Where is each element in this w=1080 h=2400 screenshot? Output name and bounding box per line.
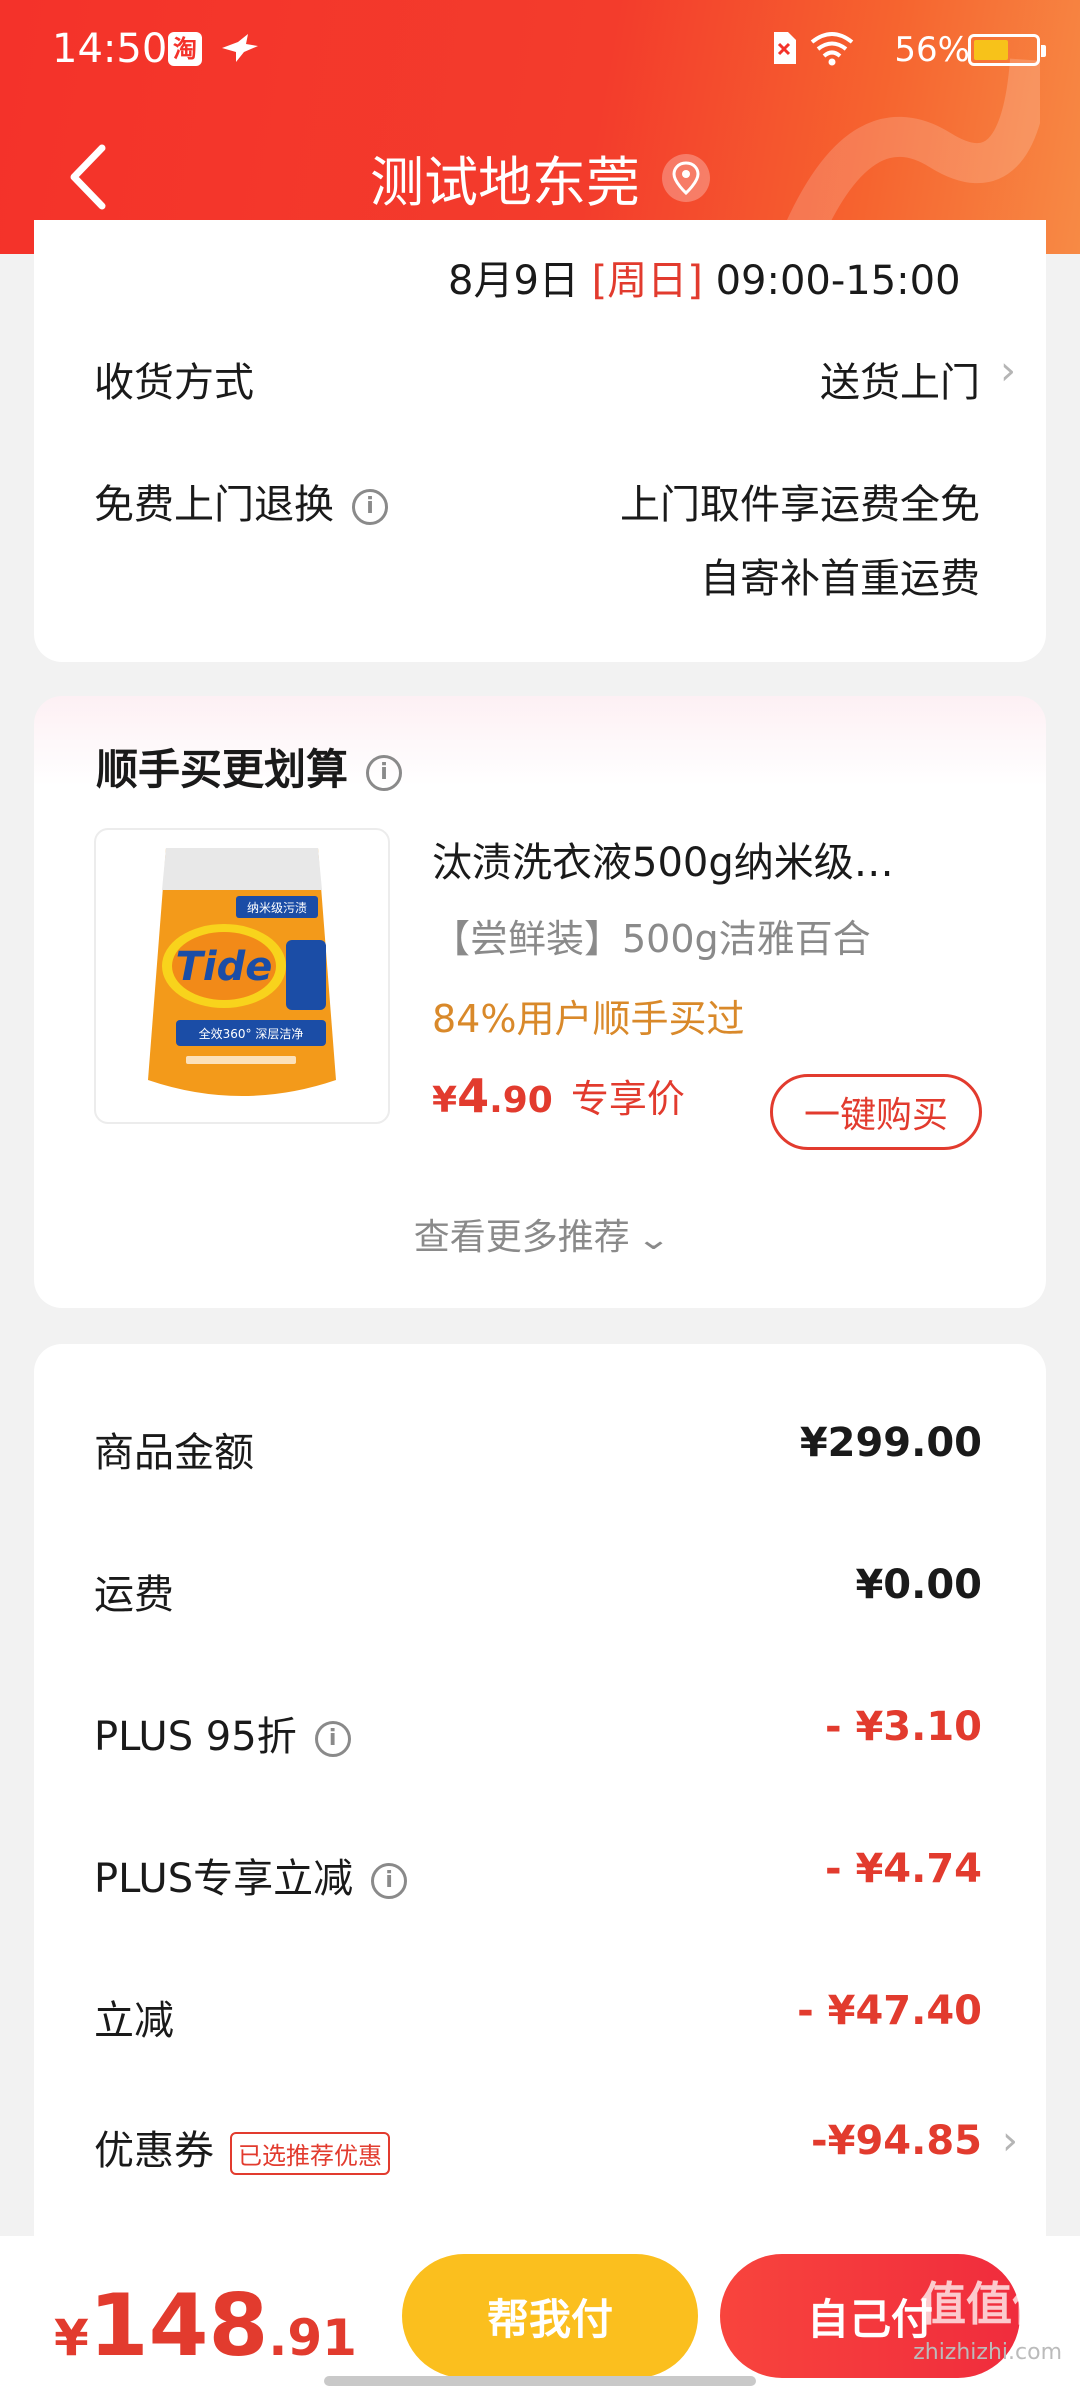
checkout-bar: ¥148.91 帮我付 自己付 — [0, 2236, 1080, 2400]
product-spec: 【尝鲜装】500g洁雅百合 — [432, 917, 871, 961]
price-currency: ¥ — [432, 1080, 458, 1121]
amount-label: 优惠券 已选推荐优惠 — [94, 2118, 390, 2176]
location-pin-icon[interactable] — [662, 153, 710, 202]
status-bar: 14:50 淘 56% — [0, 0, 1080, 100]
page-title: 测试地东莞 — [0, 138, 1080, 217]
product-name[interactable]: 汰渍洗衣液500g纳米级… — [432, 830, 992, 888]
chevron-right-icon[interactable]: › — [1000, 348, 1016, 394]
delivery-method-label: 收货方式 — [94, 360, 254, 406]
amount-row-plus-discount: PLUS 95折 i - ¥3.10 — [34, 1704, 1046, 1764]
recommend-title-text: 顺手买更划算 — [96, 745, 349, 794]
product-price: ¥4.90 专享价 — [432, 1068, 685, 1123]
amount-row-plus-reduce: PLUS专享立减 i - ¥4.74 — [34, 1846, 1046, 1906]
watermark-logo: 值值值 — [920, 2277, 1058, 2331]
amount-label-text: 优惠券 — [94, 2128, 214, 2174]
one-click-buy-button[interactable]: 一键购买 — [770, 1074, 982, 1150]
amount-label: PLUS专享立减 i — [94, 1846, 408, 1904]
bird-app-icon — [222, 34, 258, 62]
pouch-sub-text: 全效360° 深层洁净 — [199, 1026, 304, 1041]
home-indicator[interactable] — [324, 2376, 756, 2386]
delivery-time: 09:00-15:00 — [715, 258, 961, 304]
sim-card-icon — [774, 32, 796, 64]
header-bar: 14:50 淘 56% 测试地东莞 — [0, 0, 1080, 254]
wifi-icon — [810, 32, 854, 66]
price-tag: 专享价 — [570, 1077, 685, 1121]
total-price: ¥148.91 — [54, 2276, 357, 2376]
watermark: zhizhizhi.com — [913, 2340, 1062, 2365]
battery-percent: 56% — [894, 30, 970, 70]
status-time: 14:50 — [52, 26, 168, 72]
delivery-method-value[interactable]: 送货上门 — [820, 350, 980, 408]
amount-label: 运费 — [94, 1572, 174, 1618]
free-return-text: 免费上门退换 — [94, 482, 334, 528]
tide-pouch-image: 纳米级污渍 Tide 全效360° 深层洁净 — [148, 848, 336, 1096]
taobao-app-icon: 淘 — [168, 32, 202, 66]
amount-value: ¥0.00 — [855, 1562, 982, 1608]
amount-row-reduce: 立减 - ¥47.40 — [34, 1988, 1046, 2048]
delivery-date: 8月9日 — [448, 258, 579, 304]
more-recommend-link[interactable]: 查看更多推荐 ⌄ — [34, 1208, 1046, 1260]
total-currency: ¥ — [54, 2309, 89, 2367]
amount-value: ¥299.00 — [799, 1420, 982, 1466]
delivery-time-peek: 8月9日 [周日] 09:00-15:00 — [448, 248, 961, 306]
chevron-down-icon: ⌄ — [636, 1222, 672, 1257]
amount-row-shipping: 运费 ¥0.00 — [34, 1562, 1046, 1622]
delivery-card: 8月9日 [周日] 09:00-15:00 收货方式 送货上门 › 免费上门退换… — [34, 220, 1046, 662]
amount-label: PLUS 95折 i — [94, 1704, 351, 1762]
product-image[interactable]: 纳米级污渍 Tide 全效360° 深层洁净 — [94, 828, 390, 1124]
info-icon[interactable]: i — [314, 1721, 351, 1757]
chevron-right-icon[interactable]: › — [1002, 2118, 1018, 2164]
total-integer: 148 — [88, 2276, 269, 2376]
free-return-label: 免费上门退换 i — [94, 472, 388, 530]
page-title-text: 测试地东莞 — [370, 151, 640, 214]
amount-value: - ¥4.74 — [824, 1846, 982, 1892]
amount-label: 商品金额 — [94, 1430, 254, 1476]
product-sold-stat: 84%用户顺手买过 — [432, 997, 745, 1041]
amount-label: 立减 — [94, 1998, 174, 2044]
amount-value: - ¥47.40 — [797, 1988, 982, 2034]
pouch-badge-text: 纳米级污渍 — [247, 901, 307, 915]
free-return-line1: 上门取件享运费全免 — [620, 482, 980, 528]
free-return-line2: 自寄补首重运费 — [700, 556, 980, 602]
price-integer: 4 — [457, 1069, 490, 1123]
amount-label-text: PLUS专享立减 — [94, 1856, 354, 1902]
battery-icon — [968, 34, 1046, 66]
pouch-brand-text: Tide — [176, 944, 273, 990]
info-icon[interactable]: i — [352, 489, 388, 525]
coupon-selected-tag: 已选推荐优惠 — [230, 2131, 390, 2175]
price-decimal: .90 — [489, 1080, 553, 1121]
amount-row-coupon[interactable]: 优惠券 已选推荐优惠 -¥94.85 › — [34, 2118, 1046, 2178]
amount-row-goods: 商品金额 ¥299.00 — [34, 1420, 1046, 1480]
delivery-weekday: [周日] — [591, 258, 703, 304]
info-icon[interactable]: i — [371, 1863, 408, 1899]
recommend-card: 顺手买更划算 i 纳米级污渍 Tide 全效360° 深层洁净 汰渍洗衣液500g… — [34, 696, 1046, 1308]
amount-value: - ¥3.10 — [824, 1704, 982, 1750]
total-decimal: .91 — [268, 2309, 357, 2367]
amount-value: -¥94.85 — [811, 2118, 982, 2164]
more-recommend-text: 查看更多推荐 — [413, 1217, 630, 1258]
amount-label-text: PLUS 95折 — [94, 1714, 297, 1760]
help-me-pay-button[interactable]: 帮我付 — [402, 2254, 698, 2378]
recommend-title: 顺手买更划算 i — [96, 736, 403, 797]
info-icon[interactable]: i — [366, 754, 403, 791]
